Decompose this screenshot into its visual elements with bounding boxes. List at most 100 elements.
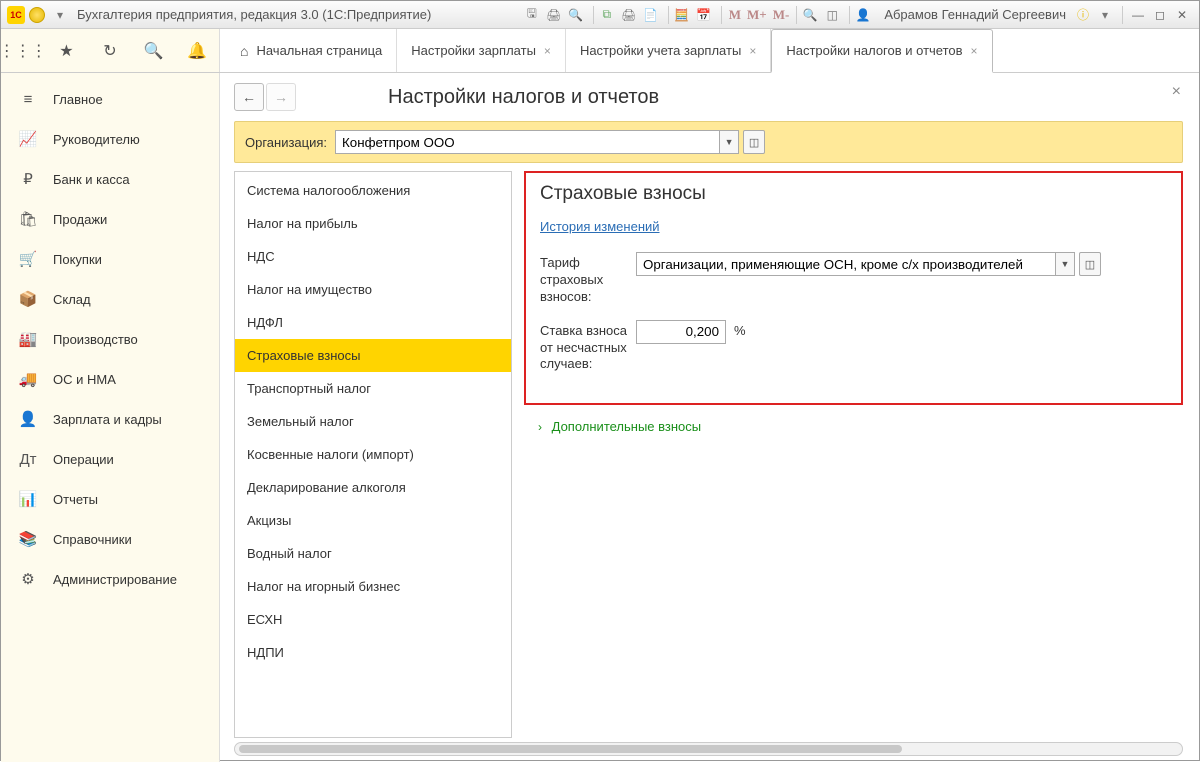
back-button[interactable]: ←	[234, 83, 264, 111]
detail-panel: Страховые взносы История изменений Тариф…	[518, 171, 1183, 738]
tab-label: Настройки налогов и отчетов	[786, 43, 962, 58]
logo-1c-icon: 1C	[7, 6, 25, 24]
sidebar-icon: 🚚	[17, 368, 39, 390]
sidebar-item-11[interactable]: 📚 Справочники	[1, 519, 219, 559]
sidebar-item-8[interactable]: 👤Зарплата и кадры	[1, 399, 219, 439]
minimize-button[interactable]: —	[1127, 6, 1149, 24]
category-item[interactable]: Страховые взносы	[235, 339, 511, 372]
zoom-icon[interactable]: 🔍	[801, 6, 819, 24]
maximize-button[interactable]: ◻	[1149, 6, 1171, 24]
app-dropdown-icon[interactable]	[29, 7, 45, 23]
organization-label: Организация:	[245, 135, 327, 150]
category-item[interactable]: НДФЛ	[235, 306, 511, 339]
print-icon[interactable]: 🖨	[545, 6, 563, 24]
sidebar-item-3[interactable]: 🛍 Продажи	[1, 199, 219, 239]
user-name[interactable]: Абрамов Геннадий Сергеевич	[884, 7, 1066, 22]
info-dropdown-icon[interactable]: ▾	[1096, 6, 1114, 24]
favorite-icon[interactable]: ★	[55, 40, 77, 62]
close-icon[interactable]: ×	[971, 44, 978, 58]
organization-input[interactable]	[335, 130, 720, 154]
windows-icon[interactable]: ◫	[823, 6, 841, 24]
sidebar-item-label: Продажи	[53, 212, 107, 227]
forward-button[interactable]: →	[266, 83, 296, 111]
close-icon[interactable]: ×	[749, 44, 756, 58]
tab-label: Настройки зарплаты	[411, 43, 536, 58]
sidebar-item-12[interactable]: ⚙Администрирование	[1, 559, 219, 599]
sidebar-icon: 🏭	[17, 328, 39, 350]
sidebar-item-label: Производство	[53, 332, 138, 347]
sidebar-item-5[interactable]: 📦Склад	[1, 279, 219, 319]
body-split: Система налогообложенияНалог на прибыльН…	[234, 171, 1183, 738]
tab-home-label: Начальная страница	[256, 43, 382, 58]
info-icon[interactable]: ⓘ	[1074, 6, 1092, 24]
doc-icon[interactable]: 📄	[642, 6, 660, 24]
category-item[interactable]: Декларирование алкоголя	[235, 471, 511, 504]
compare-icon[interactable]: ⧉	[598, 6, 616, 24]
organization-dropdown-button[interactable]: ▼	[719, 130, 739, 154]
tarif-open-button[interactable]: ◫	[1079, 252, 1101, 276]
category-item[interactable]: Система налогообложения	[235, 174, 511, 207]
tabstrip: ⌂ Начальная страница Настройки зарплаты …	[220, 29, 1199, 72]
category-item[interactable]: Косвенные налоги (импорт)	[235, 438, 511, 471]
category-item[interactable]: Акцизы	[235, 504, 511, 537]
print2-icon[interactable]: 🖨	[620, 6, 638, 24]
sidebar-item-2[interactable]: ₽ Банк и касса	[1, 159, 219, 199]
rate-unit: %	[734, 320, 746, 338]
category-item[interactable]: НДС	[235, 240, 511, 273]
sidebar-item-4[interactable]: 🛒Покупки	[1, 239, 219, 279]
history-link[interactable]: История изменений	[540, 219, 660, 234]
category-item[interactable]: Земельный налог	[235, 405, 511, 438]
sidebar-item-label: Администрирование	[53, 572, 177, 587]
sidebar-item-label: Банк и касса	[53, 172, 130, 187]
tab-payroll-account-settings[interactable]: Настройки учета зарплаты ×	[566, 29, 771, 72]
close-icon[interactable]: ×	[544, 44, 551, 58]
sidebar-item-0[interactable]: ≡Главное	[1, 79, 219, 119]
history-icon[interactable]: ↻	[99, 40, 121, 62]
organization-open-button[interactable]: ◫	[743, 130, 765, 154]
horizontal-scrollbar[interactable]	[234, 742, 1183, 756]
calc-icon[interactable]: 🧮	[673, 6, 691, 24]
category-item[interactable]: Налог на игорный бизнес	[235, 570, 511, 603]
expander-label: Дополнительные взносы	[552, 419, 702, 434]
page-title: Настройки налогов и отчетов	[388, 86, 659, 109]
search-icon[interactable]: 🔍	[143, 40, 165, 62]
tab-home[interactable]: ⌂ Начальная страница	[226, 29, 397, 72]
category-item[interactable]: Налог на прибыль	[235, 207, 511, 240]
category-item[interactable]: Транспортный налог	[235, 372, 511, 405]
sidebar-item-label: Склад	[53, 292, 91, 307]
rate-label: Ставка взноса от несчастных случаев:	[540, 320, 636, 374]
tarif-input[interactable]	[636, 252, 1056, 276]
category-item[interactable]: НДПИ	[235, 636, 511, 669]
quick-toolbar: ⋮⋮⋮ ★ ↻ 🔍 🔔	[1, 29, 220, 72]
notifications-icon[interactable]: 🔔	[186, 40, 208, 62]
close-page-button[interactable]: ×	[1172, 83, 1181, 101]
sidebar-item-7[interactable]: 🚚ОС и НМА	[1, 359, 219, 399]
category-item[interactable]: ЕСХН	[235, 603, 511, 636]
content: × ← → Настройки налогов и отчетов Органи…	[220, 73, 1199, 762]
dropdown-arrow-icon[interactable]: ▾	[51, 6, 69, 24]
preview-icon[interactable]: 🔍	[567, 6, 585, 24]
sidebar-item-10[interactable]: 📊Отчеты	[1, 479, 219, 519]
tarif-dropdown-button[interactable]: ▼	[1055, 252, 1075, 276]
sidebar-item-label: Справочники	[53, 532, 132, 547]
category-item[interactable]: Налог на имущество	[235, 273, 511, 306]
apps-icon[interactable]: ⋮⋮⋮	[12, 40, 34, 62]
sidebar-item-label: Главное	[53, 92, 103, 107]
additional-contributions-expander[interactable]: › Дополнительные взносы	[524, 413, 1183, 440]
tab-payroll-settings[interactable]: Настройки зарплаты ×	[397, 29, 566, 72]
sidebar-item-6[interactable]: 🏭 Производство	[1, 319, 219, 359]
sidebar-item-1[interactable]: 📈Руководителю	[1, 119, 219, 159]
sidebar-item-label: Операции	[53, 452, 114, 467]
sidebar-icon: 📚	[17, 528, 39, 550]
sidebar-item-9[interactable]: ДтОперации	[1, 439, 219, 479]
sidebar-icon: 🛍	[17, 208, 39, 230]
memory-buttons[interactable]: MM+M-	[726, 7, 793, 23]
calendar-icon[interactable]: 📅	[695, 6, 713, 24]
category-list[interactable]: Система налогообложенияНалог на прибыльН…	[234, 171, 512, 738]
save-icon[interactable]: 🖫	[523, 6, 541, 24]
category-item[interactable]: Водный налог	[235, 537, 511, 570]
tab-tax-settings[interactable]: Настройки налогов и отчетов ×	[771, 29, 992, 73]
rate-input[interactable]	[636, 320, 726, 344]
sidebar-icon: ₽	[17, 168, 39, 190]
close-window-button[interactable]: ✕	[1171, 6, 1193, 24]
